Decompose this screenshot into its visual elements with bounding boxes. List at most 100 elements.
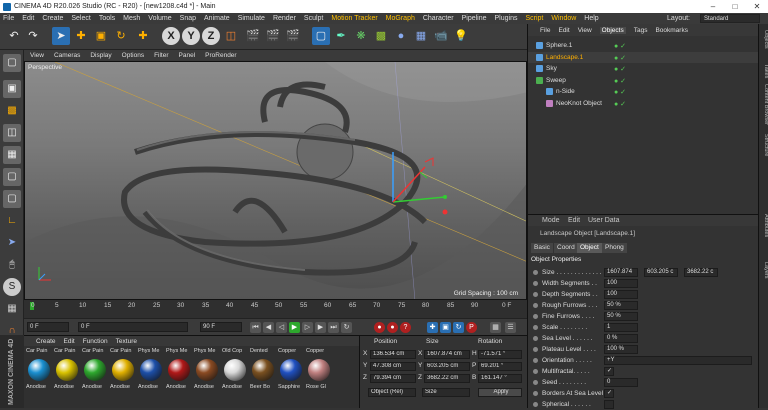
timeline-ruler[interactable]: 0 5 10 15 20 25 30 35 40 45 50 55 60 65 … [24, 300, 527, 318]
close-button[interactable]: ✕ [746, 0, 768, 13]
attribute-value-z[interactable]: 3682.22 c [684, 268, 718, 277]
next-key-icon[interactable]: ▶ [315, 322, 326, 333]
menu-file[interactable]: File [3, 15, 14, 22]
y-axis-icon[interactable]: Y [182, 27, 200, 45]
menu-render[interactable]: Render [273, 15, 296, 22]
key-rotation-icon[interactable]: ↻ [453, 322, 464, 333]
viewport-menu-view[interactable]: View [30, 52, 44, 59]
animate-dot-icon[interactable] [533, 325, 538, 330]
objects-menu-edit[interactable]: Edit [558, 27, 569, 34]
menu-mesh[interactable]: Mesh [123, 15, 140, 22]
timeline-menu-icon[interactable]: ☰ [505, 322, 516, 333]
tab-basic[interactable]: Basic [531, 243, 553, 253]
undo-icon[interactable]: ↶ [5, 27, 23, 45]
objects-menu-objects[interactable]: Objects [599, 26, 626, 34]
material-swatch[interactable]: Car Pain Anodise [26, 348, 52, 408]
menu-volume[interactable]: Volume [148, 15, 171, 22]
tab-coord[interactable]: Coord [554, 243, 578, 253]
animate-dot-icon[interactable] [533, 314, 538, 319]
axis-z-tip[interactable] [442, 209, 448, 215]
attribute-value[interactable]: 0 [604, 378, 638, 387]
object-visibility-flags[interactable]: ● ✓ [614, 53, 626, 64]
menu-tools[interactable]: Tools [99, 15, 115, 22]
camera-icon[interactable]: 📹 [432, 27, 450, 45]
size-mode-select[interactable]: Size [422, 388, 470, 397]
animate-dot-icon[interactable] [533, 391, 538, 396]
material-menu-function[interactable]: Function [83, 338, 108, 345]
attribute-value[interactable]: 100 [604, 279, 638, 288]
material-swatch[interactable]: Phys Me Anodise [194, 348, 220, 408]
material-swatch[interactable]: Phys Me Anodise [138, 348, 164, 408]
move-icon[interactable]: ✚ [72, 27, 90, 45]
attribute-value[interactable]: 50 % [604, 312, 638, 321]
prev-frame-icon[interactable]: ◁ [276, 322, 287, 333]
subdivision-icon[interactable]: ❋ [352, 27, 370, 45]
redo-icon[interactable]: ↷ [24, 27, 42, 45]
loop-icon[interactable]: ↻ [341, 322, 352, 333]
attribute-value[interactable]: 100 % [604, 345, 638, 354]
animate-dot-icon[interactable] [533, 336, 538, 341]
object-row[interactable]: Sweep ● ✓ [528, 75, 759, 86]
point-level-icon[interactable]: ▦ [490, 322, 501, 333]
light-icon[interactable]: 💡 [452, 27, 470, 45]
current-frame-field[interactable]: 0 F [78, 322, 188, 332]
tab-object[interactable]: Object [577, 243, 602, 253]
keyframe-selection-icon[interactable]: ? [400, 322, 411, 333]
key-position-icon[interactable]: ✚ [427, 322, 438, 333]
object-row[interactable]: n-Side ● ✓ [528, 86, 759, 97]
menu-pipeline[interactable]: Pipeline [462, 15, 487, 22]
edges-mode-icon[interactable]: ▢ [3, 168, 21, 186]
animate-dot-icon[interactable] [533, 281, 538, 286]
maximize-button[interactable]: □ [724, 0, 746, 13]
object-visibility-flags[interactable]: ● ✓ [614, 87, 626, 98]
texture-mode-icon[interactable]: ▩ [3, 102, 21, 120]
menu-animate[interactable]: Animate [204, 15, 230, 22]
layout-select[interactable]: Standard [700, 14, 760, 23]
menu-motion-tracker[interactable]: Motion Tracker [331, 15, 377, 22]
key-param-icon[interactable]: P [466, 322, 477, 333]
z-axis-icon[interactable]: Z [202, 27, 220, 45]
material-swatch[interactable]: Car Pain Anodise [54, 348, 80, 408]
objects-menu-tags[interactable]: Tags [634, 27, 648, 34]
menu-window[interactable]: Window [551, 15, 576, 22]
deformer-icon[interactable]: ● [392, 27, 410, 45]
animate-dot-icon[interactable] [533, 369, 538, 374]
objects-menu-bookmarks[interactable]: Bookmarks [655, 27, 688, 34]
go-to-start-icon[interactable]: ⏮ [250, 322, 261, 333]
position-z-field[interactable]: 79.394 cm [370, 374, 416, 383]
menu-simulate[interactable]: Simulate [238, 15, 265, 22]
viewport-menu-prorender[interactable]: ProRender [205, 52, 236, 59]
object-row[interactable]: NeoKnot Object ● ✓ [528, 98, 759, 109]
menu-mograph[interactable]: MoGraph [386, 15, 415, 22]
animate-dot-icon[interactable] [533, 380, 538, 385]
render-picture-viewer-icon[interactable]: 🎬 [264, 27, 282, 45]
workplane-icon[interactable]: ◫ [3, 124, 21, 142]
render-settings-icon[interactable]: 🎬 [284, 27, 302, 45]
object-visibility-flags[interactable]: ● ✓ [614, 76, 626, 87]
start-frame-field[interactable]: 0 F [27, 322, 69, 332]
animate-dot-icon[interactable] [533, 303, 538, 308]
material-swatch[interactable]: Dented Beer Bo [250, 348, 276, 408]
attribute-value[interactable]: 100 [604, 290, 638, 299]
key-scale-icon[interactable]: ▣ [440, 322, 451, 333]
animate-dot-icon[interactable] [533, 402, 538, 407]
menu-help[interactable]: Help [584, 15, 598, 22]
object-visibility-flags[interactable]: ● ✓ [614, 99, 626, 110]
viewport-menu-filter[interactable]: Filter [154, 52, 168, 59]
autokey-icon[interactable]: ● [387, 322, 398, 333]
object-row[interactable]: Sphere.1 ● ✓ [528, 40, 759, 51]
material-swatch[interactable]: Old Cop Anodise [222, 348, 248, 408]
viewport-menu-panel[interactable]: Panel [179, 52, 196, 59]
minimize-button[interactable]: – [702, 0, 724, 13]
material-swatch[interactable]: Copper Sapphire [278, 348, 304, 408]
axis-x-tip[interactable] [443, 195, 447, 199]
attr-menu-mode[interactable]: Mode [542, 217, 560, 224]
model-mode-icon[interactable]: ▣ [3, 80, 21, 98]
objects-menu-view[interactable]: View [578, 27, 592, 34]
points-mode-icon[interactable]: ▦ [3, 146, 21, 164]
rotation-h-field[interactable]: -71.571 ° [478, 350, 522, 359]
apply-button[interactable]: Apply [478, 388, 522, 397]
rotation-b-field[interactable]: 161.147 ° [478, 374, 522, 383]
material-swatch[interactable]: Car Pain Anodise [82, 348, 108, 408]
record-icon[interactable]: ● [374, 322, 385, 333]
